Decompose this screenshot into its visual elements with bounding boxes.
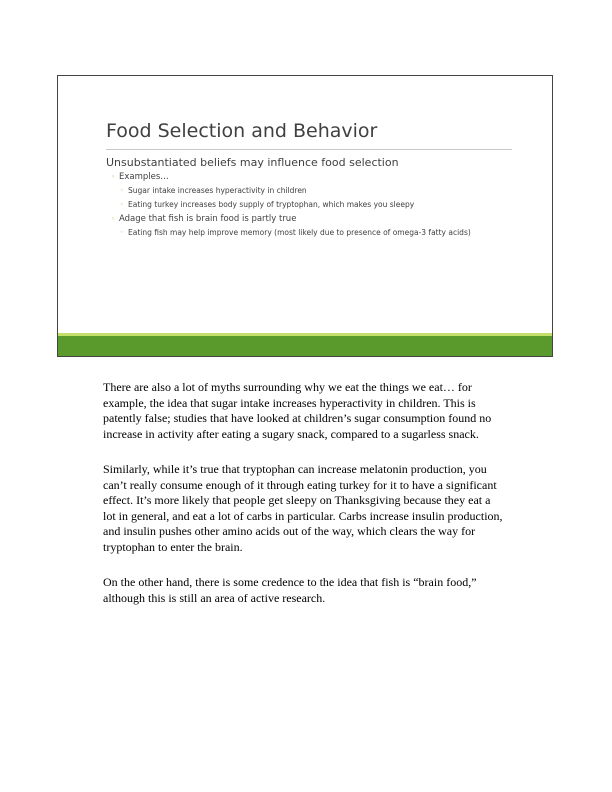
adage-detail-text: Eating fish may help improve memory (mos… [128,228,471,237]
title-divider [106,149,512,150]
heading-bullet: Unsubstantiated beliefs may influence fo… [106,156,399,169]
slide-title: Food Selection and Behavior [106,120,378,142]
slide-body: Unsubstantiated beliefs may influence fo… [106,155,516,241]
bullet-icon: ◦ [120,201,124,208]
adage-bullet: ◦ Adage that fish is brain food is partl… [111,213,516,226]
adage-detail-bullet: ◦ Eating fish may help improve memory (m… [120,227,516,238]
notes-paragraph-1: There are also a lot of myths surroundin… [103,380,492,441]
bullet-icon: ◦ [111,173,116,181]
example-bullet-sugar: ◦ Sugar intake increases hyperactivity i… [120,185,516,196]
bullet-icon: ◦ [120,229,124,236]
example-text: Sugar intake increases hyperactivity in … [128,186,307,195]
bullet-icon: ◦ [120,187,124,194]
example-text: Eating turkey increases body supply of t… [128,200,415,209]
notes-paragraph-2: Similarly, while it’s true that tryptoph… [103,462,503,554]
slide-footer-band [58,336,552,356]
examples-label: Examples… [119,172,169,182]
slide: Food Selection and Behavior Unsubstantia… [57,75,553,357]
adage-text: Adage that fish is brain food is partly … [119,214,297,224]
notes-paragraph-3: On the other hand, there is some credenc… [103,575,477,605]
bullet-icon: ◦ [111,215,116,223]
examples-bullet: ◦ Examples… [111,171,516,184]
speaker-notes: There are also a lot of myths surroundin… [103,380,503,626]
example-bullet-turkey: ◦ Eating turkey increases body supply of… [120,199,516,210]
